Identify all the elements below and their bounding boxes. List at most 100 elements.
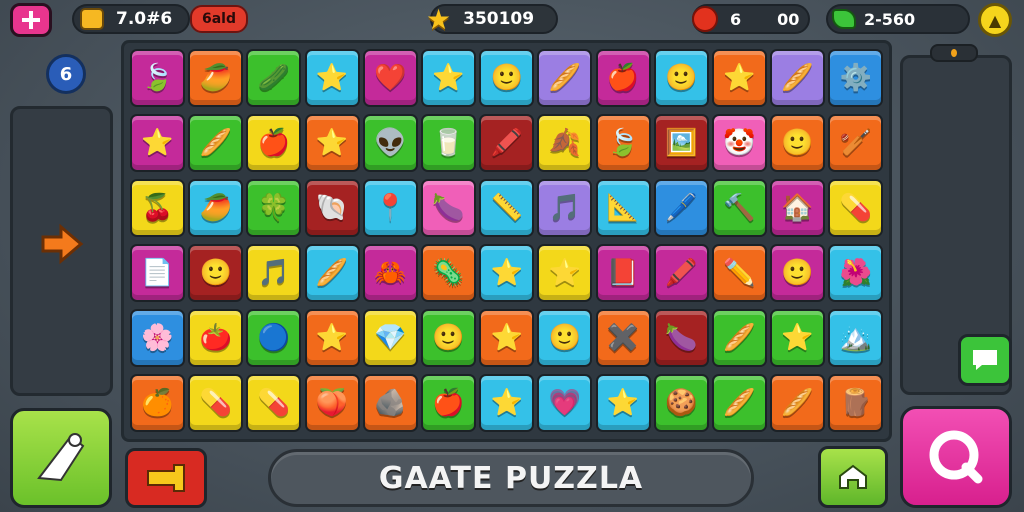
home-button[interactable] <box>818 446 888 508</box>
tile[interactable]: 📐 <box>595 179 651 237</box>
tile[interactable]: ⭐ <box>595 374 651 432</box>
tile[interactable]: 📄 <box>130 244 185 302</box>
tile[interactable]: 🙂 <box>770 244 826 302</box>
tile[interactable]: 🥖 <box>304 244 360 302</box>
tile[interactable]: ⭐ <box>537 244 593 302</box>
tile[interactable]: ✏️ <box>711 244 767 302</box>
tile[interactable]: 🖊️ <box>653 179 709 237</box>
tile[interactable]: 🥖 <box>711 374 767 432</box>
tile[interactable]: 🐚 <box>304 179 360 237</box>
tile[interactable]: ⭐ <box>479 309 535 367</box>
tile[interactable]: 🪵 <box>828 374 884 432</box>
tile[interactable]: ⭐ <box>711 49 767 107</box>
tile-symbol: 🍆 <box>665 323 698 353</box>
tile[interactable]: 🙂 <box>770 114 826 172</box>
tile[interactable]: 📕 <box>595 244 651 302</box>
tile-symbol: 🍎 <box>257 128 291 158</box>
tile[interactable]: 🍃 <box>595 114 651 172</box>
tile[interactable]: 🥖 <box>770 49 826 107</box>
tile[interactable]: ⭐ <box>304 49 360 107</box>
tile[interactable]: 🌸 <box>130 309 185 367</box>
tile[interactable]: ⚙️ <box>828 49 884 107</box>
tile[interactable]: 🥖 <box>537 49 593 107</box>
tile[interactable]: 🍆 <box>653 309 709 367</box>
tile[interactable]: 💗 <box>537 374 593 432</box>
tile[interactable]: ⭐ <box>130 114 185 172</box>
tile[interactable]: ⭐ <box>770 309 826 367</box>
tile[interactable]: ⭐ <box>304 114 360 172</box>
arrow-right-icon[interactable] <box>37 219 87 269</box>
tile[interactable]: 🪨 <box>362 374 418 432</box>
tile[interactable]: 🌺 <box>828 244 884 302</box>
game-title: GAATE PUZZLA <box>378 460 644 496</box>
tile[interactable]: 🎵 <box>246 244 302 302</box>
tile[interactable]: 🥒 <box>246 49 302 107</box>
tile[interactable]: 🙂 <box>653 49 709 107</box>
tile-symbol: 🏔️ <box>839 323 872 353</box>
chat-button[interactable] <box>958 334 1012 386</box>
tile[interactable]: 🍪 <box>653 374 709 432</box>
tile[interactable]: ⭐ <box>479 244 535 302</box>
gem-left-value: 6 <box>730 9 742 29</box>
tile[interactable]: 🙂 <box>479 49 535 107</box>
tile[interactable]: 💊 <box>246 374 302 432</box>
tile-symbol: 🏏 <box>839 128 872 158</box>
tile[interactable]: 🤡 <box>711 114 767 172</box>
tile[interactable]: 🥭 <box>188 179 244 237</box>
tile[interactable]: 🍀 <box>246 179 302 237</box>
tile[interactable]: ✖️ <box>595 309 651 367</box>
tile[interactable]: 🙂 <box>420 309 476 367</box>
tile-symbol: ⭐ <box>315 63 349 93</box>
tile[interactable]: 🍒 <box>130 179 185 237</box>
tile[interactable]: 🖍️ <box>653 244 709 302</box>
ghost-button[interactable] <box>10 408 112 508</box>
tile[interactable]: 💊 <box>828 179 884 237</box>
tile[interactable]: ⭐ <box>479 374 535 432</box>
tile[interactable]: 🖼️ <box>653 114 709 172</box>
tile[interactable]: 🔨 <box>711 179 767 237</box>
upgrade-button[interactable]: ▲ <box>978 3 1012 37</box>
tile[interactable]: 🥖 <box>711 309 767 367</box>
tile-symbol: 📐 <box>606 193 640 223</box>
tile[interactable]: 🍂 <box>537 114 593 172</box>
tile[interactable]: 🙂 <box>188 244 244 302</box>
tile[interactable]: 🍊 <box>130 374 185 432</box>
tile[interactable]: 🥖 <box>188 114 244 172</box>
tile[interactable]: 🍑 <box>304 374 360 432</box>
tile[interactable]: 🥭 <box>188 49 244 107</box>
tile[interactable]: 📍 <box>362 179 418 237</box>
tile[interactable]: 🙂 <box>537 309 593 367</box>
tile[interactable]: 🦀 <box>362 244 418 302</box>
tile-symbol: 🎵 <box>548 193 581 223</box>
tile[interactable]: 💊 <box>188 374 244 432</box>
search-button[interactable] <box>900 406 1012 508</box>
tile[interactable]: 📏 <box>479 179 535 237</box>
gold-button[interactable]: 6ald <box>190 5 248 33</box>
tile[interactable]: 💎 <box>362 309 418 367</box>
add-button[interactable] <box>10 3 52 37</box>
tile-symbol: 🪵 <box>839 388 872 418</box>
tile[interactable]: 🍎 <box>246 114 302 172</box>
ghost-icon <box>37 433 85 482</box>
tile[interactable]: 🏏 <box>828 114 884 172</box>
tile[interactable]: 🦠 <box>420 244 476 302</box>
fist-button[interactable] <box>125 448 207 508</box>
tile[interactable]: 🎵 <box>537 179 593 237</box>
tile[interactable]: 🏔️ <box>828 309 884 367</box>
tile[interactable]: 🍆 <box>420 179 476 237</box>
tile[interactable]: 🏠 <box>770 179 826 237</box>
tile[interactable]: ❤️ <box>362 49 418 107</box>
tile[interactable]: 🖍️ <box>479 114 535 172</box>
tile[interactable]: 🍃 <box>130 49 185 107</box>
tile[interactable]: 🥖 <box>770 374 826 432</box>
tile[interactable]: 🍎 <box>420 374 476 432</box>
tile[interactable]: 🔵 <box>246 309 302 367</box>
tile[interactable]: ⭐ <box>420 49 476 107</box>
tile-symbol: 🥖 <box>199 128 232 158</box>
tile[interactable]: 🍎 <box>595 49 651 107</box>
tile[interactable]: ⭐ <box>304 309 360 367</box>
tile[interactable]: 🍅 <box>188 309 244 367</box>
tile[interactable]: 🥛 <box>420 114 476 172</box>
tile[interactable]: 👽 <box>362 114 418 172</box>
tile-symbol: 🖊️ <box>665 193 698 223</box>
